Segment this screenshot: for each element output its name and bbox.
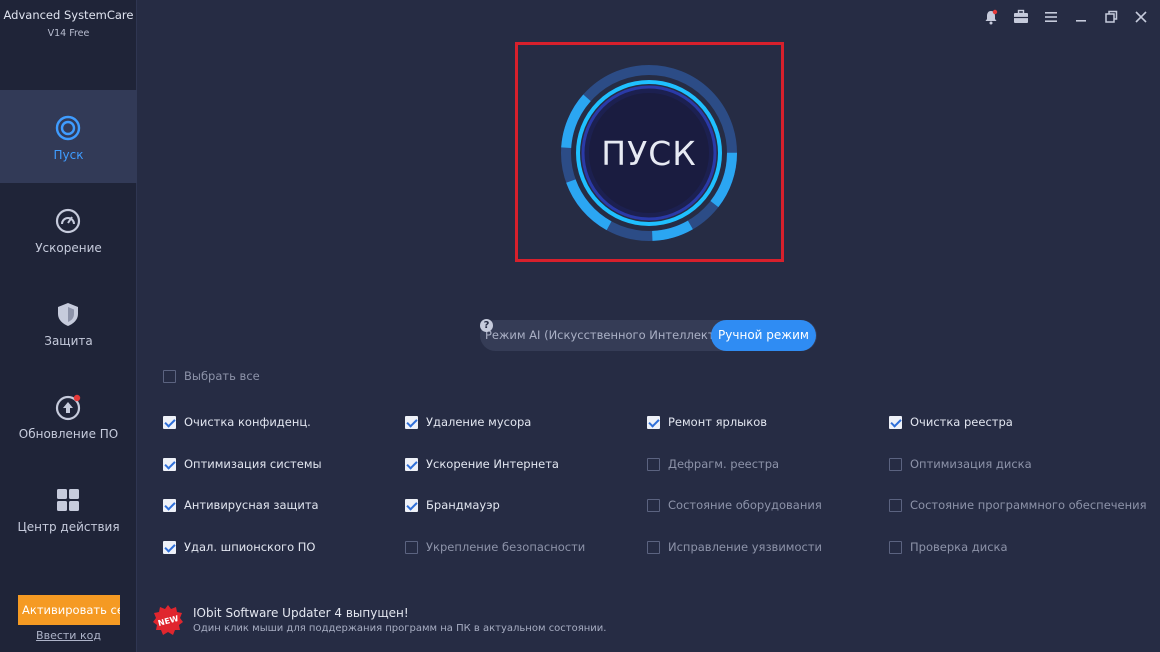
check-item[interactable]: Оптимизация диска (889, 456, 1032, 472)
scan-start-button[interactable]: ПУСК (584, 88, 714, 218)
checkbox-label: Удал. шпионского ПО (184, 540, 316, 554)
restore-icon[interactable] (1102, 8, 1120, 26)
checkbox-label: Удаление мусора (426, 415, 532, 429)
activate-button[interactable]: Активировать се... (18, 595, 120, 625)
app-name: Advanced SystemCare (3, 8, 134, 22)
checkbox-box[interactable] (889, 540, 902, 554)
check-item[interactable]: Укрепление безопасности (405, 539, 585, 555)
sidebar-item-label: Защита (44, 334, 93, 348)
briefcase-icon[interactable] (1012, 8, 1030, 26)
help-icon[interactable]: ? (480, 319, 493, 332)
app-version: V14 Free (47, 28, 90, 39)
update-arrow-icon (55, 394, 81, 421)
checkbox-label: Оптимизация системы (184, 457, 322, 471)
checkbox-label: Состояние оборудования (668, 498, 822, 512)
ai-mode-tab[interactable]: Режим AI (Искусственного Интеллекта) (485, 320, 726, 351)
checkbox-label: Очистка конфиденц. (184, 415, 311, 429)
news-description: Один клик мыши для поддержания программ … (193, 623, 607, 634)
check-item[interactable]: Удаление мусора (405, 414, 531, 430)
checkbox-label: Укрепление безопасности (426, 540, 586, 554)
sidebar-item-label: Центр действия (17, 520, 120, 534)
checkbox-box[interactable] (889, 457, 902, 471)
checkbox-label: Антивирусная защита (184, 498, 319, 512)
check-item[interactable]: Оптимизация системы (163, 456, 322, 472)
checkbox-box[interactable] (889, 415, 902, 429)
checkbox-box[interactable] (163, 369, 176, 383)
menu-icon[interactable] (1042, 8, 1060, 26)
sidebar-item-label: Пуск (53, 148, 84, 162)
bell-icon[interactable] (982, 8, 1000, 26)
minimize-icon[interactable] (1072, 8, 1090, 26)
checkbox-label: Проверка диска (910, 540, 1008, 554)
sidebar-item-protection[interactable]: Защита (0, 276, 137, 369)
sidebar-item-action-center[interactable]: Центр действия (0, 462, 137, 555)
check-item[interactable]: Очистка конфиденц. (163, 414, 311, 430)
checkbox-box[interactable] (163, 415, 176, 429)
checkbox-label: Дефрагм. реестра (668, 457, 780, 471)
checkbox-box[interactable] (405, 498, 418, 512)
sidebar-item-update[interactable]: Обновление ПО (0, 369, 137, 462)
enter-code-link[interactable]: Ввести код (0, 629, 137, 642)
sidebar: Advanced SystemCare V14 Free Пуск Ускоре… (0, 0, 137, 652)
check-item[interactable]: Состояние программного обеспечения (889, 497, 1147, 513)
checkbox-box[interactable] (647, 457, 660, 471)
checkbox-box[interactable] (405, 415, 418, 429)
check-item[interactable]: Проверка диска (889, 539, 1008, 555)
sidebar-item-label: Обновление ПО (18, 427, 119, 441)
speedometer-icon (55, 208, 81, 234)
check-item[interactable]: Антивирусная защита (163, 497, 319, 513)
target-icon (55, 115, 81, 141)
check-item[interactable]: Ремонт ярлыков (647, 414, 767, 430)
brand: Advanced SystemCare V14 Free (0, 8, 137, 39)
checkbox-label: Брандмауэр (426, 498, 500, 512)
checkbox-label: Ремонт ярлыков (668, 415, 768, 429)
check-item[interactable]: Очистка реестра (889, 414, 1013, 430)
news-title[interactable]: IObit Software Updater 4 выпущен! (193, 606, 409, 620)
checkbox-label: Состояние программного обеспечения (910, 498, 1147, 512)
sidebar-item-speedup[interactable]: Ускорение (0, 183, 137, 276)
checkbox-box[interactable] (163, 540, 176, 554)
checkbox-box[interactable] (163, 457, 176, 471)
checkbox-label: Оптимизация диска (910, 457, 1032, 471)
checkbox-box[interactable] (647, 415, 660, 429)
checkbox-box[interactable] (405, 457, 418, 471)
shield-icon (58, 303, 78, 326)
checkbox-box[interactable] (889, 498, 902, 512)
select-all-checkbox[interactable]: Выбрать все (163, 368, 260, 384)
checkbox-label: Выбрать все (184, 369, 260, 383)
app-window: Advanced SystemCare V14 Free Пуск Ускоре… (0, 0, 1160, 652)
checkbox-label: Исправление уязвимости (668, 540, 823, 554)
checkbox-box[interactable] (647, 540, 660, 554)
checkbox-box[interactable] (647, 498, 660, 512)
new-badge-icon: NEW (153, 605, 183, 635)
sidebar-item-label: Ускорение (35, 241, 102, 255)
check-item[interactable]: Ускорение Интернета (405, 456, 559, 472)
check-item[interactable]: Состояние оборудования (647, 497, 822, 513)
checkbox-label: Ускорение Интернета (426, 457, 559, 471)
check-item[interactable]: Исправление уязвимости (647, 539, 822, 555)
checkbox-label: Очистка реестра (910, 415, 1013, 429)
close-icon[interactable] (1132, 8, 1150, 26)
manual-mode-tab[interactable]: Ручной режим (711, 320, 816, 351)
checkbox-box[interactable] (163, 498, 176, 512)
checkbox-box[interactable] (405, 540, 418, 554)
sidebar-item-start[interactable]: Пуск (0, 90, 137, 183)
check-item[interactable]: Брандмауэр (405, 497, 500, 513)
check-item[interactable]: Удал. шпионского ПО (163, 539, 315, 555)
grid-icon (57, 489, 79, 511)
check-item[interactable]: Дефрагм. реестра (647, 456, 779, 472)
